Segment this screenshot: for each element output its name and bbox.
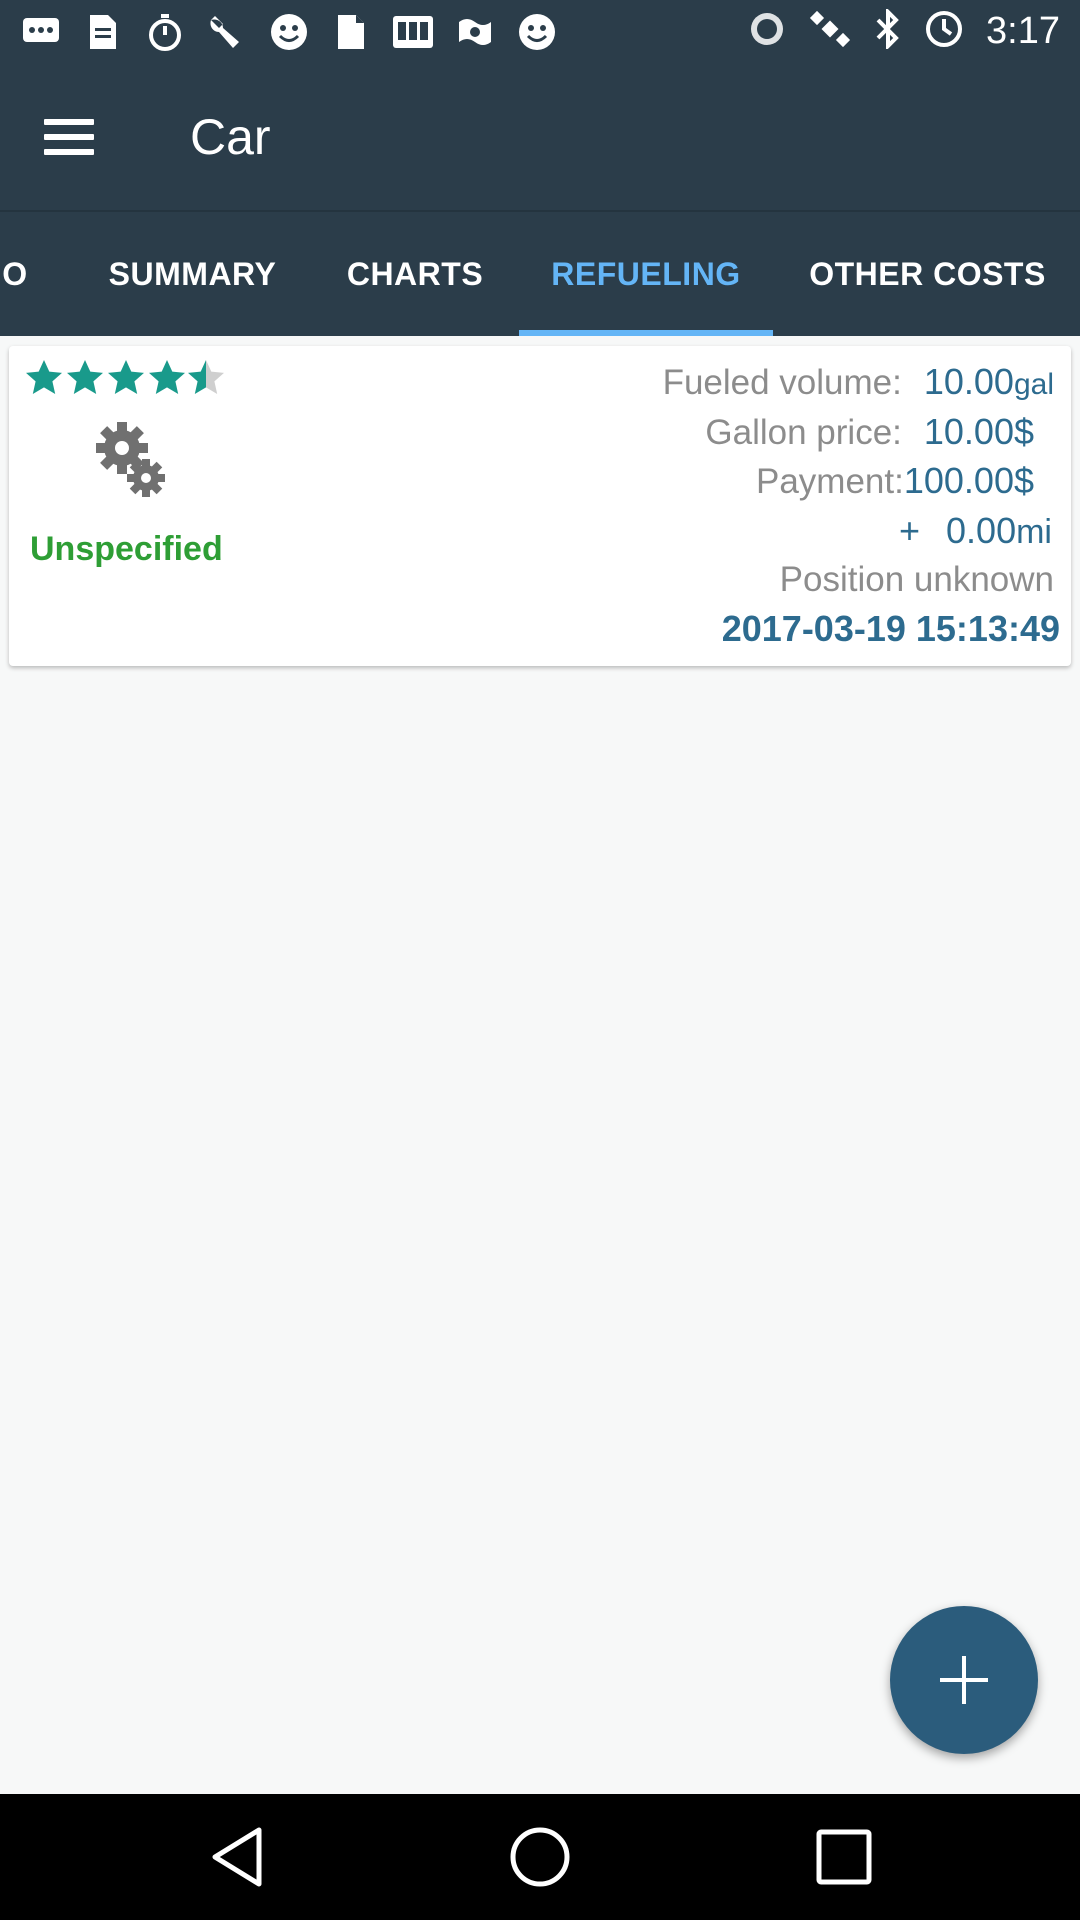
messages-icon	[20, 11, 62, 53]
tab-refueling[interactable]: REFUELING	[519, 212, 773, 336]
recents-button[interactable]	[809, 1822, 879, 1892]
document-icon	[330, 11, 372, 53]
tab-charts[interactable]: CHARTS	[325, 212, 505, 336]
menu-button[interactable]	[44, 107, 104, 167]
gears-icon	[88, 418, 172, 502]
timer-icon	[924, 9, 964, 54]
wrench-icon	[206, 11, 248, 53]
payment-row: Payment: 100.00$	[756, 460, 1034, 502]
distance-row: + 0.00 mi	[899, 510, 1052, 552]
gallon-price-value: 10.00$	[923, 411, 1034, 452]
back-button[interactable]	[202, 1822, 272, 1892]
status-time: 3:17	[986, 10, 1060, 52]
navigation-bar	[0, 1794, 1080, 1920]
tab-summary[interactable]: SUMMARY	[70, 212, 315, 336]
app-title: Car	[190, 108, 271, 165]
status-bar: 3:17	[0, 0, 1080, 63]
fueled-volume-unit: gal	[1013, 368, 1054, 401]
bluetooth-icon	[874, 7, 902, 54]
hamburger-icon	[44, 118, 94, 125]
datetime-row: 2017-03-19 15:13:49	[722, 608, 1060, 650]
qr-icon	[392, 11, 434, 53]
add-refueling-button[interactable]	[890, 1606, 1038, 1754]
category-label: Unspecified	[30, 530, 223, 568]
star-icon	[26, 360, 62, 394]
gallon-price-label: Gallon price:	[705, 413, 902, 452]
recents-icon	[816, 1829, 872, 1885]
active-tab-indicator	[519, 330, 773, 336]
home-icon	[510, 1827, 570, 1887]
satellite-icon	[808, 9, 852, 54]
tab-info[interactable]: O	[0, 212, 60, 336]
half-star-icon	[188, 360, 224, 394]
smiley-icon	[516, 11, 558, 53]
stopwatch-icon	[144, 11, 186, 53]
tab-bar: O SUMMARY CHARTS REFUELING OTHER COSTS	[0, 210, 1080, 336]
distance-value: 0.00	[946, 510, 1017, 551]
fueled-volume-value: 10.00	[923, 361, 1014, 402]
star-icon	[149, 360, 185, 394]
alarm-icon	[748, 10, 786, 53]
tab-other-costs[interactable]: OTHER COSTS	[785, 212, 1070, 336]
star-icon	[67, 360, 103, 394]
position-row: Position unknown	[780, 560, 1054, 600]
payment-value: 100.00$	[903, 460, 1034, 501]
dollar-icon	[454, 11, 496, 53]
document-icon	[82, 11, 124, 53]
fueled-volume-row: Fueled volume: 10.00 gal	[663, 361, 1054, 403]
position-text: Position unknown	[779, 560, 1054, 599]
system-status: 3:17	[748, 7, 1060, 54]
smiley-icon	[268, 11, 310, 53]
fueled-volume-label: Fueled volume:	[662, 363, 902, 402]
star-icon	[108, 360, 144, 394]
home-button[interactable]	[505, 1822, 575, 1892]
app-root: 3:17 Car O SUMMARY CHARTS REFUELING OTHE…	[0, 0, 1080, 1920]
app-bar: Car	[0, 63, 1080, 210]
back-icon	[212, 1827, 262, 1887]
rating-stars	[24, 358, 226, 398]
notification-icons	[20, 11, 558, 53]
distance-prefix: +	[899, 510, 921, 551]
distance-unit: mi	[1016, 513, 1052, 551]
payment-label: Payment:	[756, 462, 904, 501]
entry-datetime: 2017-03-19 15:13:49	[721, 608, 1060, 649]
plus-icon	[940, 1656, 988, 1704]
gallon-price-row: Gallon price: 10.00$	[705, 411, 1034, 453]
